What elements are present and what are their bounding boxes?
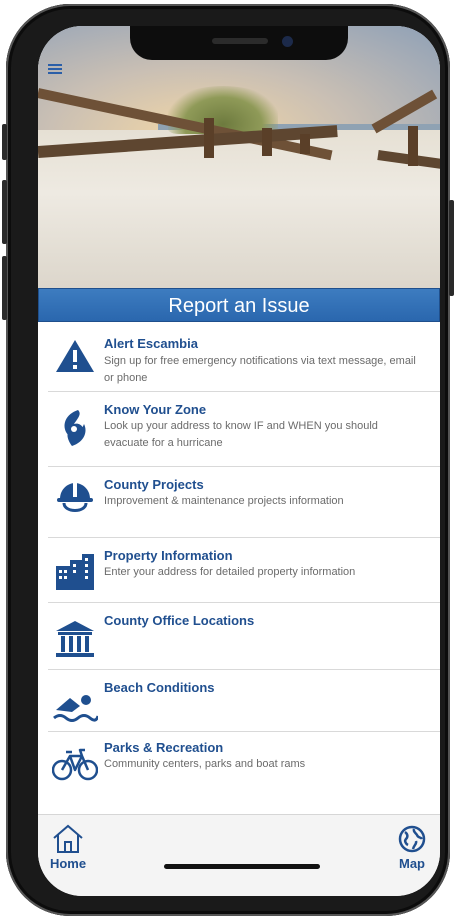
tab-home-label: Home <box>49 856 87 871</box>
globe-icon <box>398 825 426 853</box>
volume-up-button <box>2 180 7 244</box>
volume-down-button <box>2 256 7 320</box>
list-item-parks-recreation[interactable]: Parks & Recreation Community centers, pa… <box>48 732 440 792</box>
list-item-title: Property Information <box>104 548 233 563</box>
menu-icon[interactable] <box>48 64 62 74</box>
list-item-desc: Community centers, parks and boat rams <box>104 758 306 770</box>
list-item-title: County Projects <box>104 477 204 492</box>
warning-icon <box>56 340 94 372</box>
home-indicator[interactable] <box>164 864 320 869</box>
list-item-title: Parks & Recreation <box>104 740 224 755</box>
list-item-desc: Improvement & maintenance projects infor… <box>104 495 344 507</box>
list-item-alert-escambia[interactable]: Alert Escambia Sign up for free emergenc… <box>48 326 440 392</box>
hero-beach-image <box>38 26 440 288</box>
hurricane-icon <box>64 410 86 446</box>
mute-switch <box>2 124 7 160</box>
tab-map-label: Map <box>399 856 425 871</box>
services-list: Alert Escambia Sign up for free emergenc… <box>48 326 440 792</box>
bicycle-icon <box>52 748 98 781</box>
phone-screen: Report an Issue Alert Escambia Sign up f… <box>38 26 440 896</box>
list-item-county-projects[interactable]: County Projects Improvement & maintenanc… <box>48 467 440 538</box>
hard-hat-icon <box>57 483 93 512</box>
power-button <box>449 200 454 296</box>
notch <box>130 26 348 60</box>
list-item-know-your-zone[interactable]: Know Your Zone Look up your address to k… <box>48 392 440 467</box>
list-item-title: Know Your Zone <box>104 402 207 417</box>
list-item-desc: Sign up for free emergency notifications… <box>104 355 416 384</box>
swimmer-icon <box>53 695 98 722</box>
bottom-tab-bar: Home Map <box>38 814 440 896</box>
front-camera <box>282 36 293 47</box>
list-item-county-office-locations[interactable]: County Office Locations <box>48 603 440 670</box>
list-item-title: Beach Conditions <box>104 680 215 695</box>
list-item-beach-conditions[interactable]: Beach Conditions <box>48 670 440 732</box>
list-item-property-information[interactable]: Property Information Enter your address … <box>48 538 440 603</box>
list-item-title: Alert Escambia <box>104 336 198 351</box>
list-item-title: County Office Locations <box>104 613 255 628</box>
tab-map[interactable]: Map <box>390 825 434 871</box>
earpiece-speaker <box>212 38 268 44</box>
list-item-desc: Look up your address to know IF and WHEN… <box>104 420 378 449</box>
tab-home[interactable]: Home <box>46 823 90 871</box>
buildings-icon <box>56 554 94 590</box>
list-item-desc: Enter your address for detailed property… <box>104 566 356 578</box>
home-icon <box>53 824 83 853</box>
courthouse-icon <box>56 621 94 657</box>
report-issue-banner[interactable]: Report an Issue <box>38 288 440 322</box>
